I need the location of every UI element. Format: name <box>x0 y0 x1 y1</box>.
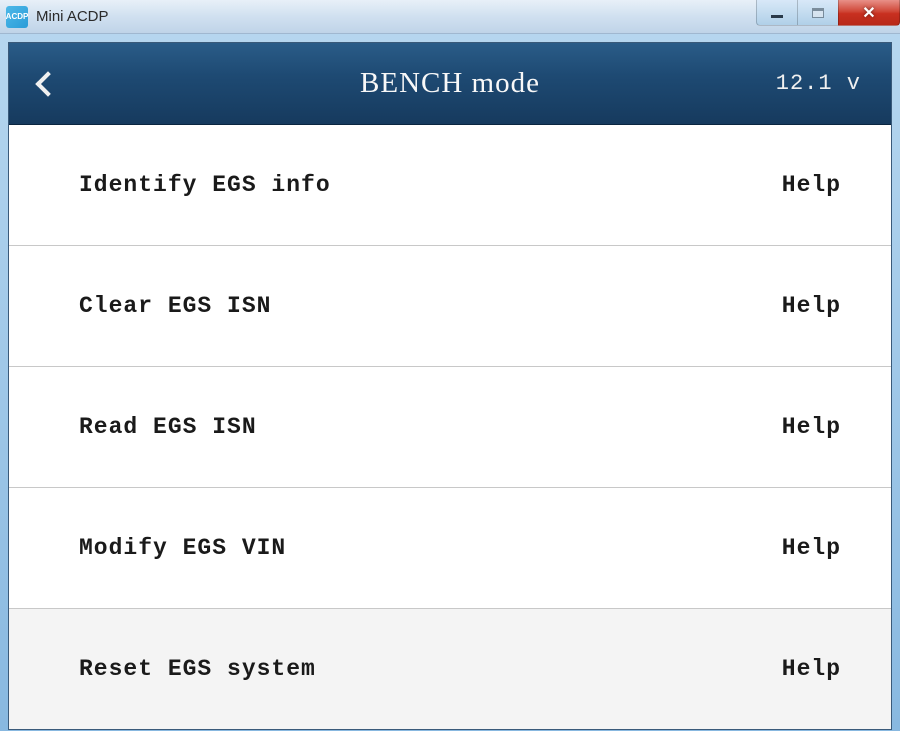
help-button[interactable]: Help <box>782 535 841 561</box>
minimize-icon <box>771 14 783 18</box>
help-button[interactable]: Help <box>782 172 841 198</box>
page-title: BENCH mode <box>360 67 540 100</box>
window-title: Mini ACDP <box>36 8 109 25</box>
back-button[interactable] <box>39 75 69 93</box>
menu-item-clear-egs-isn[interactable]: Clear EGS ISN Help <box>9 246 891 367</box>
close-button[interactable]: ✕ <box>838 0 900 26</box>
window-titlebar: ACDP Mini ACDP ✕ <box>0 0 900 34</box>
app-frame: BENCH mode 12.1 v Identify EGS info Help… <box>8 42 892 730</box>
menu-item-modify-egs-vin[interactable]: Modify EGS VIN Help <box>9 488 891 609</box>
minimize-button[interactable] <box>756 0 798 26</box>
window-controls: ✕ <box>757 0 900 26</box>
menu-item-label: Read EGS ISN <box>79 414 257 440</box>
menu-list: Identify EGS info Help Clear EGS ISN Hel… <box>9 125 891 730</box>
maximize-icon <box>812 8 824 18</box>
menu-item-label: Reset EGS system <box>79 656 316 682</box>
app-header: BENCH mode 12.1 v <box>9 43 891 125</box>
menu-item-read-egs-isn[interactable]: Read EGS ISN Help <box>9 367 891 488</box>
app-icon: ACDP <box>6 6 28 28</box>
chevron-left-icon <box>35 71 60 96</box>
help-button[interactable]: Help <box>782 293 841 319</box>
voltage-indicator: 12.1 v <box>776 71 861 96</box>
menu-item-reset-egs-system[interactable]: Reset EGS system Help <box>9 609 891 730</box>
close-icon: ✕ <box>862 3 875 23</box>
menu-item-label: Clear EGS ISN <box>79 293 271 319</box>
help-button[interactable]: Help <box>782 414 841 440</box>
help-button[interactable]: Help <box>782 656 841 682</box>
menu-item-identify-egs-info[interactable]: Identify EGS info Help <box>9 125 891 246</box>
menu-item-label: Identify EGS info <box>79 172 331 198</box>
maximize-button[interactable] <box>797 0 839 26</box>
menu-item-label: Modify EGS VIN <box>79 535 286 561</box>
